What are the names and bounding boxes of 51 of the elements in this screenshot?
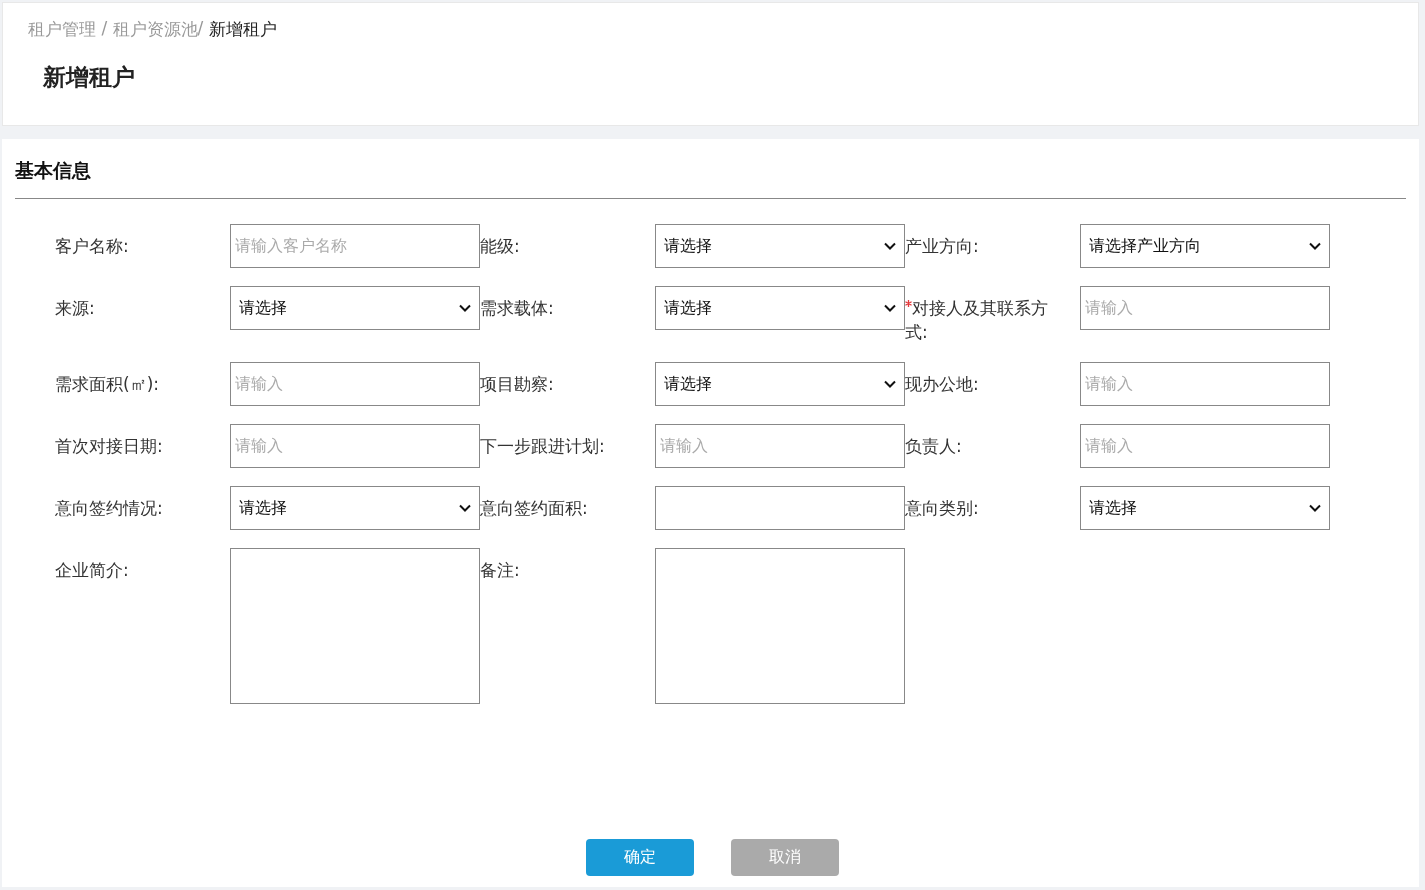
input-field[interactable]: 请输入 [1080,286,1330,330]
input-field[interactable]: 请输入 [1080,424,1330,468]
confirm-button[interactable]: 确定 [586,839,694,876]
select-field[interactable]: 请选择 [1080,486,1330,530]
input-field[interactable]: 请输入客户名称 [230,224,480,268]
cancel-button[interactable]: 取消 [731,839,839,876]
input-field[interactable]: 请输入 [230,424,480,468]
page-title: 新增租户 [43,63,136,92]
field-label: 现办公地: [905,373,980,396]
required-asterisk-icon [905,300,912,307]
field-label: 能级: [480,235,521,258]
field-label: 负责人: [905,435,963,458]
field-label: 意向类别: [905,497,980,520]
input-field[interactable]: 请输入 [230,362,480,406]
field-label: 备注: [480,559,521,582]
input-field[interactable]: 请输入 [1080,362,1330,406]
field-label: 来源: [55,297,96,320]
breadcrumb-link[interactable]: 租户资源池 [112,18,198,41]
field-label: 企业简介: [55,559,130,582]
chevron-down-icon [884,242,896,250]
field-label: 下一步跟进计划: [480,435,606,458]
field-label: 需求面积(㎡): [55,373,160,396]
select-field[interactable]: 请选择 [230,286,480,330]
breadcrumb-separator: / [197,18,205,40]
chevron-down-icon [459,504,471,512]
breadcrumb-separator: / [100,18,109,40]
breadcrumb-current: 新增租户 [208,18,277,41]
select-field[interactable]: 请选择 [230,486,480,530]
field-label: 对接人及其联系方式: [905,297,1049,344]
chevron-down-icon [1309,242,1321,250]
breadcrumb-link[interactable]: 租户管理 [28,18,96,41]
chevron-down-icon [459,304,471,312]
section-title: 基本信息 [15,158,1406,199]
field-label: 客户名称: [55,235,130,258]
field-label: 项目勘察: [480,373,555,396]
textarea-field[interactable] [230,548,480,704]
select-field[interactable]: 请选择 [655,286,905,330]
select-field[interactable]: 请选择产业方向 [1080,224,1330,268]
input-field[interactable]: 请输入 [655,424,905,468]
chevron-down-icon [884,380,896,388]
select-field[interactable]: 请选择 [655,362,905,406]
chevron-down-icon [1309,504,1321,512]
input-field[interactable] [655,486,905,530]
field-label: 意向签约情况: [55,497,164,520]
field-label: 首次对接日期: [55,435,164,458]
select-field[interactable]: 请选择 [655,224,905,268]
chevron-down-icon [884,304,896,312]
field-label: 产业方向: [905,235,980,258]
field-label: 需求载体: [480,297,555,320]
field-label: 意向签约面积: [480,497,589,520]
textarea-field[interactable] [655,548,905,704]
